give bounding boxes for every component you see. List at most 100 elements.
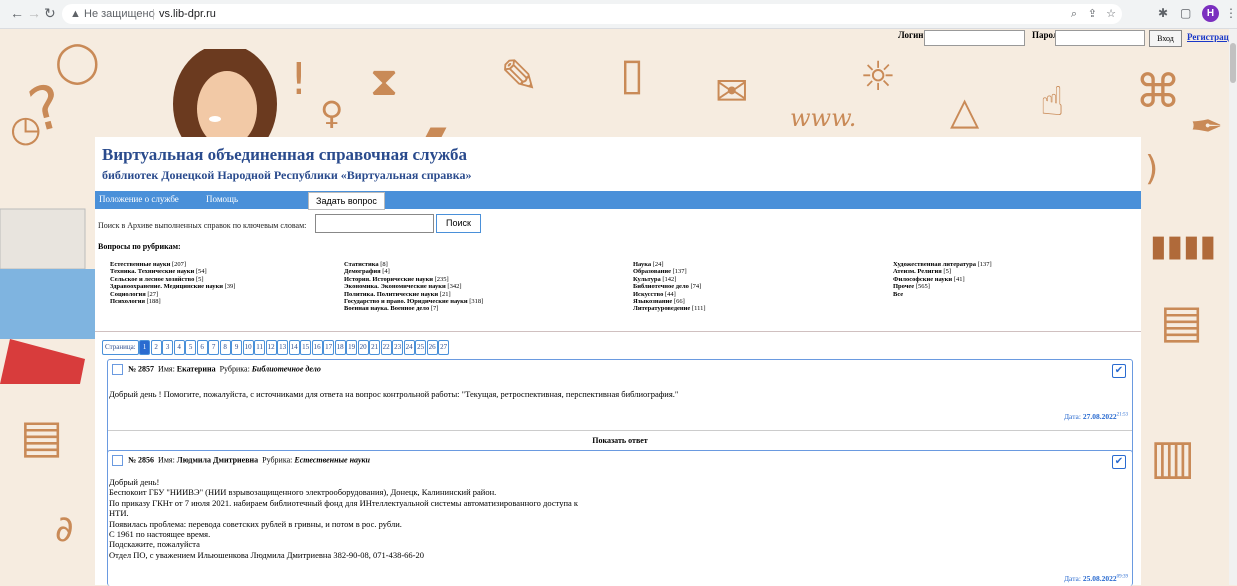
main-panel: Виртуальная объединенная справочная служ… bbox=[95, 137, 1141, 586]
page-link[interactable]: 6 bbox=[196, 340, 208, 355]
rubric-link[interactable]: Наука [24] bbox=[633, 261, 706, 268]
share-icon[interactable]: ⇪ bbox=[1088, 4, 1097, 24]
login-button[interactable]: Вход bbox=[1149, 30, 1182, 47]
rubric-link[interactable]: Культура [142] bbox=[633, 276, 706, 283]
rubric-name: Прочее bbox=[893, 283, 915, 291]
rubric-link[interactable]: Естественные науки [207] bbox=[110, 261, 235, 268]
rubric-link[interactable]: Все bbox=[893, 291, 992, 298]
archive-search-input[interactable] bbox=[315, 214, 434, 233]
ask-question-button[interactable]: Задать вопрос bbox=[308, 192, 385, 210]
page-link[interactable]: 26 bbox=[426, 340, 438, 355]
rubric-link[interactable]: Философские науки [41] bbox=[893, 276, 992, 283]
question-line: С 1961 по настоящее время. bbox=[109, 529, 211, 540]
search-button[interactable]: Поиск bbox=[436, 214, 481, 233]
page-link[interactable]: 7 bbox=[208, 340, 220, 355]
back-icon[interactable]: ← bbox=[10, 5, 24, 21]
rubric-link[interactable]: Искусство [44] bbox=[633, 291, 706, 298]
extensions-icon[interactable]: ✱ bbox=[1158, 6, 1168, 20]
question-card: № 2857 Имя: Екатерина Рубрика: Библиотеч… bbox=[107, 359, 1133, 461]
rubric-link[interactable]: Литературоведение [111] bbox=[633, 305, 706, 312]
asker-name: Екатерина bbox=[176, 364, 216, 374]
question-line: Добрый день ! Помогите, пожалуйста, с ис… bbox=[109, 389, 679, 399]
rubric-link[interactable]: Техника. Технические науки [54] bbox=[110, 268, 235, 275]
rubric-link[interactable]: Статистика [8] bbox=[344, 261, 483, 268]
name-label: Имя: bbox=[158, 364, 175, 374]
page-link[interactable]: 24 bbox=[403, 340, 415, 355]
page-link[interactable]: 15 bbox=[300, 340, 312, 355]
checkmark-icon[interactable]: ✔ bbox=[1112, 455, 1126, 469]
page-link[interactable]: 4 bbox=[173, 340, 185, 355]
rubric-link[interactable]: Военная наука. Военное дело [7] bbox=[344, 305, 483, 312]
page-scrollbar[interactable] bbox=[1229, 29, 1237, 585]
rubric-name: Статистика bbox=[344, 261, 379, 268]
edit-icon[interactable] bbox=[112, 455, 123, 466]
page-link[interactable]: 27 bbox=[438, 340, 450, 355]
rubric-name: Психология bbox=[110, 298, 145, 306]
www-doodle: www. bbox=[790, 104, 857, 132]
menu-kebab-icon[interactable]: ⋮ bbox=[1225, 6, 1237, 20]
date-value: 27.08.2022 bbox=[1082, 412, 1117, 421]
rubric-link[interactable]: Демография [4] bbox=[344, 268, 483, 275]
pagination: Страница: 1 2 3 4 5 6 7 8 9 10 11 12 13 14 15 16 17 18 19 20… bbox=[102, 340, 450, 355]
rubric-link[interactable]: Атеизм. Религия [5] bbox=[893, 268, 992, 275]
page-link[interactable]: 13 bbox=[277, 340, 289, 355]
rubric-link[interactable]: Образование [137] bbox=[633, 268, 706, 275]
page-link[interactable]: 18 bbox=[334, 340, 346, 355]
profile-avatar[interactable]: Н bbox=[1202, 5, 1219, 22]
show-answer-button[interactable]: Показать ответ bbox=[108, 436, 1132, 445]
rubric-link[interactable]: Социология [27] bbox=[110, 291, 235, 298]
menu-item-help[interactable]: Помощь bbox=[206, 194, 238, 204]
page-link[interactable]: 17 bbox=[323, 340, 335, 355]
rubric-link[interactable]: Языкознание [66] bbox=[633, 298, 706, 305]
time-value: 21:53 bbox=[1116, 412, 1128, 418]
forward-icon[interactable]: → bbox=[27, 5, 41, 21]
page-link[interactable]: 12 bbox=[265, 340, 277, 355]
rubric-link[interactable]: Политика. Политические науки [21] bbox=[344, 291, 483, 298]
page-link[interactable]: 8 bbox=[219, 340, 231, 355]
card-divider bbox=[108, 430, 1132, 431]
question-line: Добрый день! bbox=[109, 477, 160, 487]
question-line: Появилась проблема: перевода советских р… bbox=[109, 518, 402, 529]
page-link[interactable]: 23 bbox=[392, 340, 404, 355]
rubric-link[interactable]: Здравоохранение. Медицинские науки [39] bbox=[110, 283, 235, 290]
sidepanel-icon[interactable]: ▢ bbox=[1180, 6, 1191, 20]
page-link[interactable]: 3 bbox=[162, 340, 174, 355]
page-link[interactable]: 2 bbox=[150, 340, 162, 355]
page-link[interactable]: 5 bbox=[185, 340, 197, 355]
question-text: Добрый день ! Помогите, пожалуйста, с ис… bbox=[109, 389, 678, 399]
sun-doodle: ☼ bbox=[860, 54, 896, 100]
page-link[interactable]: 21 bbox=[369, 340, 381, 355]
rubric-link[interactable]: Библиотечное дело [74] bbox=[633, 283, 706, 290]
rubric-link[interactable]: Художественная литература [137] bbox=[893, 261, 992, 268]
checkmark-icon[interactable]: ✔ bbox=[1112, 364, 1126, 378]
rubric-link[interactable]: Сельское и лесное хозяйство [5] bbox=[110, 276, 235, 283]
reload-icon[interactable]: ↻ bbox=[44, 5, 56, 22]
edit-icon[interactable] bbox=[112, 364, 123, 375]
triangle-doodle: △ bbox=[950, 89, 980, 133]
address-bar[interactable]: ▲ Не защищено | vs.lib-dpr.ru ⌕ ⇪ ☆ bbox=[62, 4, 1122, 24]
rubric-link[interactable]: Экономика. Экономические науки [342] bbox=[344, 283, 483, 290]
lightbulb-doodle: ♀ bbox=[320, 94, 344, 132]
rubric-link[interactable]: История. Исторические науки [235] bbox=[344, 276, 483, 283]
main-menu: Положение о службе Помощь Задать вопрос bbox=[95, 191, 1141, 210]
page-link[interactable]: 14 bbox=[288, 340, 300, 355]
rubric-link[interactable]: Психология [188] bbox=[110, 298, 235, 305]
page-link[interactable]: 9 bbox=[231, 340, 243, 355]
login-input[interactable] bbox=[924, 30, 1025, 46]
rubric-link[interactable]: Государство и право. Юридические науки [… bbox=[344, 298, 483, 305]
not-secure-label: Не защищено bbox=[84, 8, 155, 20]
password-input[interactable] bbox=[1055, 30, 1145, 46]
menu-item-regulations[interactable]: Положение о службе bbox=[99, 194, 179, 204]
page-link[interactable]: 16 bbox=[311, 340, 323, 355]
page-link[interactable]: 11 bbox=[254, 340, 266, 355]
page-link[interactable]: 19 bbox=[346, 340, 358, 355]
page-link[interactable]: 25 bbox=[415, 340, 427, 355]
page-link[interactable]: 22 bbox=[380, 340, 392, 355]
page-link[interactable]: 10 bbox=[242, 340, 254, 355]
page-link[interactable]: 20 bbox=[357, 340, 369, 355]
rubric-link[interactable]: Прочее [565] bbox=[893, 283, 992, 290]
page-link[interactable]: 1 bbox=[139, 340, 151, 355]
bookmark-star-icon[interactable]: ☆ bbox=[1106, 4, 1116, 24]
laptop-photo bbox=[0, 208, 95, 384]
zoom-icon[interactable]: ⌕ bbox=[1071, 4, 1077, 24]
